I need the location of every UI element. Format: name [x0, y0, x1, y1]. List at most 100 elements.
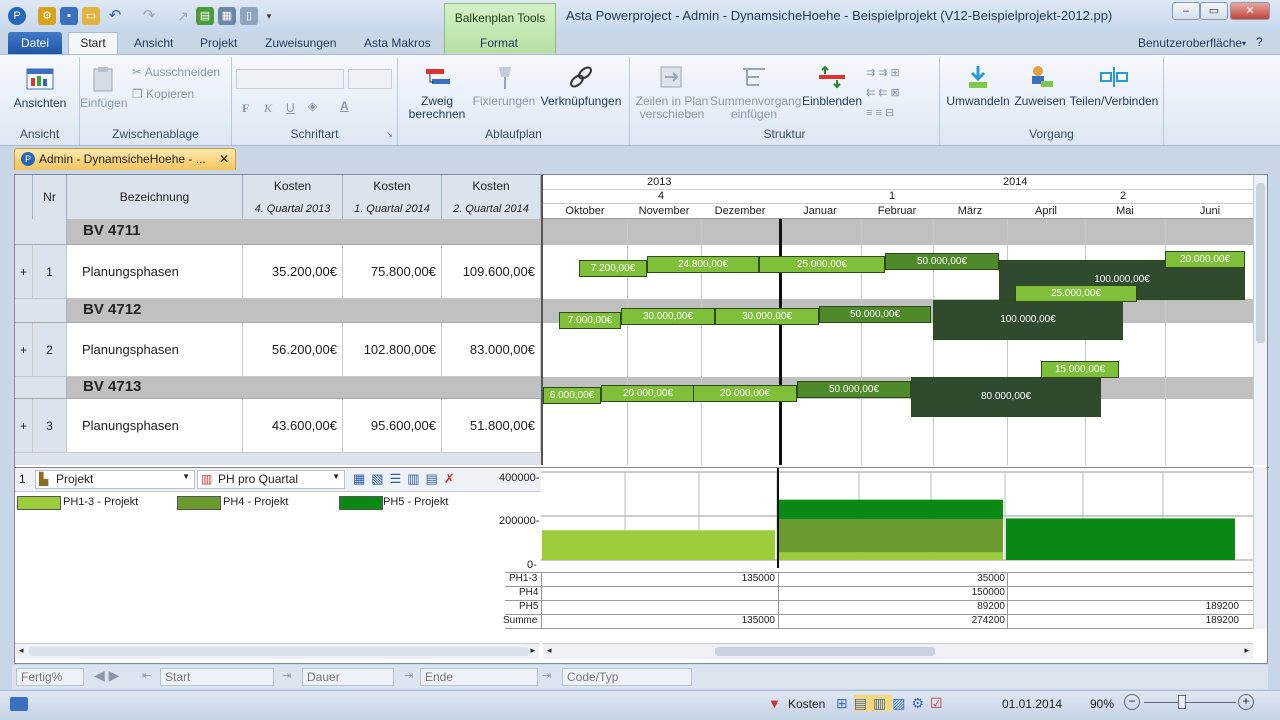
expand-toggle[interactable]: + — [15, 399, 33, 452]
close-button[interactable]: ✕ — [1230, 2, 1270, 20]
document-tab[interactable]: P Admin - DynamsicheHoehe - ... ✕ — [14, 148, 236, 170]
status-tools[interactable]: ⊞▤▥▨⚙☑ — [836, 695, 949, 712]
summenvorgang-button[interactable]: Summenvorgang einfügen — [710, 63, 801, 121]
tab-projekt[interactable]: Projekt — [200, 36, 237, 50]
expand-toggle[interactable]: + — [15, 245, 33, 298]
gantt-bar[interactable]: 50.000,00€ — [797, 381, 911, 398]
histogram-scrollbar[interactable] — [1253, 467, 1267, 629]
start-field[interactable]: Start — [160, 668, 274, 686]
italic-button[interactable]: K — [264, 101, 272, 116]
settings-icon[interactable]: ⚙ — [38, 7, 56, 25]
gantt-bar[interactable]: 100.000,00€ — [933, 300, 1123, 340]
zoom-slider-thumb[interactable] — [1178, 695, 1186, 709]
print-icon[interactable]: ▦ — [218, 7, 236, 25]
font-color-icon[interactable]: A — [340, 99, 349, 113]
gantt-bar[interactable]: 7.000,00€ — [559, 312, 621, 329]
row-kosten-2[interactable]: 95.600,00€ — [343, 399, 442, 452]
group-row[interactable]: BV 4712 — [15, 299, 541, 323]
scroll-thumb[interactable] — [1256, 183, 1265, 343]
maximize-button[interactable]: ▭ — [1200, 2, 1228, 20]
row-kosten-1[interactable]: 56.200,00€ — [243, 323, 343, 376]
layers-icon[interactable] — [10, 697, 28, 711]
gantt-bar[interactable]: 30.000,00€ — [621, 308, 715, 325]
end-link-icon[interactable]: ⇥ — [404, 669, 413, 682]
duration-icon[interactable]: ⇥ — [282, 669, 291, 682]
row-kosten-2[interactable]: 102.800,00€ — [343, 323, 442, 376]
ui-menu[interactable]: Benutzeroberfläche — [1138, 36, 1242, 50]
nav-arrows-icon[interactable]: ◀ ▶ — [94, 667, 119, 684]
zoom-in-button[interactable]: + — [1238, 694, 1254, 710]
font-name-select[interactable] — [236, 69, 344, 89]
tab-format[interactable]: Format — [480, 36, 518, 50]
row-kosten-3[interactable]: 109.600,00€ — [442, 245, 541, 298]
gantt-bar[interactable]: 6.000,00€ — [543, 387, 601, 404]
gantt-bar[interactable]: 15.000,00€ — [1041, 361, 1119, 378]
dialog-launcher-icon[interactable]: ↘ — [386, 130, 393, 139]
customize-icon[interactable]: ▾ — [260, 7, 278, 25]
grid-hscrollbar[interactable]: ◂ ▸ — [15, 643, 539, 659]
tab-start[interactable]: Start — [68, 32, 118, 54]
einfuegen-button[interactable]: Einfügen — [80, 65, 127, 110]
gantt-bar[interactable]: 20.000,00€ — [1165, 251, 1245, 268]
zweig-berechnen-button[interactable]: Zweig berechnen — [402, 63, 472, 121]
gantt-chart[interactable]: 2013 2014 4 1 2 Oktober November Dezember J… — [541, 175, 1253, 465]
zoom-out-button[interactable]: − — [1124, 694, 1140, 710]
gantt-bar[interactable]: 25.000,00€ — [1015, 285, 1137, 302]
underline-button[interactable]: U — [286, 101, 295, 115]
bold-button[interactable]: F — [242, 101, 249, 116]
projekt-select[interactable]: ▙ Projekt ▼ — [35, 470, 195, 489]
gantt-bar[interactable]: 20.000,00€ — [693, 385, 797, 402]
ansichten-button[interactable]: Ansichten — [10, 65, 70, 110]
help-icon[interactable]: ? — [1256, 35, 1263, 49]
zeilen-verschieben-button[interactable]: Zeilen in Plan verschieben — [632, 63, 712, 121]
code-link-icon[interactable]: ⇥ — [542, 669, 551, 682]
ph-select[interactable]: ▥ PH pro Quartal ▼ — [197, 470, 345, 489]
books-icon[interactable]: ▤ — [196, 7, 214, 25]
gantt-bar[interactable]: 7.200,00€ — [579, 260, 647, 277]
gantt-bar[interactable]: 30.000,00€ — [715, 308, 819, 325]
ende-field[interactable]: Ende — [420, 668, 538, 686]
doc-icon[interactable]: ▯ — [240, 7, 258, 25]
fertig-field[interactable]: Fertig% — [16, 668, 84, 686]
dauer-field[interactable]: Dauer — [302, 668, 394, 686]
header-bezeichnung[interactable]: Bezeichnung — [67, 175, 243, 219]
gantt-bar[interactable]: 50.000,00€ — [819, 306, 931, 323]
outline-buttons[interactable]: ⇉ ⇉ ⊞ ⇇ ⇇ ⊠ ≡ ≡ ⊟ — [866, 63, 936, 123]
gantt-bar[interactable]: 25.000,00€ — [759, 256, 885, 273]
close-tab-icon[interactable]: ✕ — [219, 149, 229, 169]
cut-button[interactable]: ✂ Ausschneiden — [132, 65, 220, 79]
gantt-hscrollbar[interactable]: ◂ ▸ — [543, 643, 1253, 659]
row-kosten-3[interactable]: 51.800,00€ — [442, 399, 541, 452]
app-icon[interactable]: P — [8, 7, 26, 25]
verknuepfungen-button[interactable]: Verknüpfungen — [538, 63, 624, 108]
teilen-button[interactable]: Teilen/Verbinden — [1068, 63, 1160, 108]
header-kosten-q1-2014[interactable]: Kosten 1. Quartal 2014 — [343, 175, 442, 219]
row-kosten-3[interactable]: 83.000,00€ — [442, 323, 541, 376]
zoom-slider[interactable] — [1144, 702, 1236, 703]
start-link-icon[interactable]: ⇤ — [142, 669, 151, 682]
row-bezeichnung[interactable]: Planungsphasen — [67, 399, 243, 452]
row-kosten-1[interactable]: 35.200,00€ — [243, 245, 343, 298]
gantt-scrollbar[interactable] — [1253, 175, 1267, 465]
header-nr[interactable]: Nr — [33, 175, 67, 219]
minimize-button[interactable]: – — [1172, 2, 1200, 20]
row-kosten-1[interactable]: 43.600,00€ — [243, 399, 343, 452]
scroll-thumb[interactable] — [715, 647, 935, 656]
fixierungen-button[interactable]: Fixierungen — [472, 63, 536, 108]
scroll-thumb[interactable] — [29, 647, 529, 656]
row-kosten-2[interactable]: 75.800,00€ — [343, 245, 442, 298]
header-kosten-q2-2014[interactable]: Kosten 2. Quartal 2014 — [442, 175, 541, 219]
code-field[interactable]: Code/Typ — [562, 668, 692, 686]
tab-ansicht[interactable]: Ansicht — [134, 36, 173, 50]
gantt-bar[interactable]: 24.800,00€ — [647, 256, 759, 273]
row-bezeichnung[interactable]: Planungsphasen — [67, 245, 243, 298]
tab-datei[interactable]: Datei — [8, 32, 62, 54]
table-row[interactable]: + 2 Planungsphasen 56.200,00€ 102.800,00… — [15, 323, 541, 377]
table-row[interactable]: + 3 Planungsphasen 43.600,00€ 95.600,00€… — [15, 399, 541, 453]
expand-toggle[interactable]: + — [15, 323, 33, 376]
zuweisen-button[interactable]: Zuweisen — [1012, 63, 1068, 108]
header-kosten-q4-2013[interactable]: Kosten 4. Quartal 2013 — [243, 175, 343, 219]
gantt-bar[interactable]: 80.000,00€ — [911, 377, 1101, 417]
ui-menu-chevron-icon[interactable]: ▾ — [1242, 39, 1246, 48]
undo-icon[interactable]: ↶ — [106, 7, 124, 25]
